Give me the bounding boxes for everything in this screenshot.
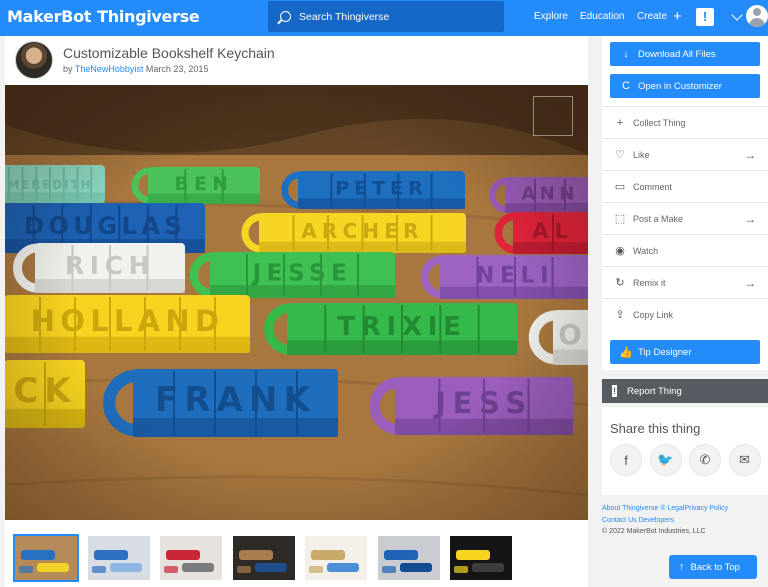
download-label: Download All Files	[638, 48, 716, 60]
sidebar-item-copy-link[interactable]: ⇪ Copy Link	[602, 298, 768, 330]
thumbnail-keychain-collection[interactable]	[13, 534, 79, 582]
nav-education[interactable]: Education	[580, 11, 624, 22]
sidebar-item-collect-thing[interactable]: + Collect Thing	[602, 106, 768, 138]
alert-icon[interactable]: !	[696, 8, 714, 26]
back-to-top-label: Back to Top	[690, 561, 740, 573]
footer-links: About Thingiverse ® LegalPrivacy Policy …	[602, 503, 768, 538]
thumbnail-keychain-with-tag[interactable]	[305, 536, 367, 580]
tip-label: Tip Designer	[638, 346, 692, 358]
main-photo[interactable]: MEREDITHBENPETERANNDOUGLASARCHERALRICHJE…	[5, 85, 588, 520]
author-avatar[interactable]	[15, 41, 53, 79]
thing-main-card: Customizable Bookshelf Keychain by TheNe…	[5, 36, 588, 587]
customizer-icon: C	[622, 80, 630, 92]
email-icon[interactable]: ✉	[728, 444, 761, 476]
thumbnail-red-keychain-with-keys[interactable]	[160, 536, 222, 580]
sidebar-item-label: Comment	[633, 181, 673, 192]
open-in-customizer-button[interactable]: C Open in Customizer	[610, 74, 760, 98]
sidebar-item-remix-it[interactable]: ↻ Remix it →	[602, 266, 768, 298]
thumbnail-blue-keychain-closeup[interactable]	[87, 536, 150, 580]
report-label: Report Thing	[627, 385, 682, 397]
sidebar-item-label: Post a Make	[633, 213, 684, 224]
user-avatar-icon[interactable]	[746, 5, 768, 27]
top-header: MakerBot Thingiverse Search Thingiverse E…	[0, 0, 768, 36]
legal-link[interactable]: Legal	[667, 505, 684, 512]
nav-create-label: Create	[637, 11, 668, 22]
thing-title: Customizable Bookshelf Keychain	[63, 45, 275, 61]
twitter-icon[interactable]: 🐦	[649, 444, 682, 476]
watch-icon: ◉	[615, 245, 625, 257]
share-title: Share this thing	[610, 421, 701, 436]
share-panel: Share this thing f 🐦 ✆ ✉	[602, 407, 768, 495]
report-thing-button[interactable]: ! Report Thing	[602, 379, 768, 403]
arrow-right-icon: →	[744, 211, 756, 226]
expand-icon[interactable]	[533, 96, 573, 136]
download-icon: ↓	[623, 48, 629, 60]
arrow-right-icon: →	[744, 275, 756, 290]
post-a-make-icon: ⬚	[614, 213, 626, 225]
plus-icon: +	[673, 7, 682, 25]
report-icon: !	[612, 385, 617, 397]
search-placeholder: Search Thingiverse	[299, 10, 390, 23]
copy-link-icon: ⇪	[615, 309, 625, 321]
author-link[interactable]: TheNewHobbyist	[75, 64, 144, 74]
sidebar-item-label: Watch	[633, 245, 659, 256]
thumbnail-strip	[5, 532, 588, 582]
sidebar-item-comment[interactable]: ▭ Comment	[602, 170, 768, 202]
thumbnail-books-on-shelf[interactable]	[232, 536, 295, 580]
search-input[interactable]: Search Thingiverse	[268, 1, 504, 32]
sidebar-item-label: Collect Thing	[633, 117, 686, 128]
nav-explore[interactable]: Explore	[534, 11, 568, 22]
thing-byline: by TheNewHobbyist March 23, 2015	[63, 64, 208, 74]
brand-makerbot: MakerBot	[7, 7, 92, 26]
brand-thingiverse: Thingiverse	[97, 7, 200, 26]
download-all-files-button[interactable]: ↓ Download All Files	[610, 42, 760, 66]
sidebar-item-label: Copy Link	[633, 309, 674, 320]
contact-link[interactable]: Contact Us	[602, 517, 637, 524]
comment-icon: ▭	[614, 181, 626, 193]
like-icon: ♡	[615, 149, 625, 161]
about-link[interactable]: About Thingiverse ®	[602, 505, 665, 512]
search-icon	[280, 11, 291, 22]
privacy-link[interactable]: Privacy Policy	[685, 505, 729, 512]
back-to-top-button[interactable]: ↑ Back to Top	[669, 555, 757, 579]
thumbs-up-icon: 👍	[619, 346, 633, 359]
nav-create[interactable]: Create +	[637, 7, 682, 25]
arrow-right-icon: →	[744, 147, 756, 162]
publish-date: March 23, 2015	[145, 64, 209, 74]
tip-designer-button[interactable]: 👍 Tip Designer	[610, 340, 760, 364]
developers-link[interactable]: Developers	[639, 517, 674, 524]
thumbnail-blue-keychain-render[interactable]	[377, 536, 440, 580]
whatsapp-icon[interactable]: ✆	[689, 444, 721, 476]
sidebar-item-label: Remix it	[633, 277, 666, 288]
collect-thing-icon: +	[616, 116, 624, 129]
thumbnail-customizer-screenshot[interactable]	[450, 536, 512, 580]
sidebar-item-label: Like	[633, 149, 650, 160]
thing-actions-sidebar: ↓ Download All Files C Open in Customize…	[602, 36, 768, 370]
sidebar-item-watch[interactable]: ◉ Watch	[602, 234, 768, 266]
copyright: © 2022 MakerBot Industries, LLC	[602, 528, 706, 535]
remix-it-icon: ↻	[615, 277, 625, 289]
arrow-up-icon: ↑	[679, 561, 685, 573]
chevron-down-icon[interactable]	[731, 9, 743, 21]
sidebar-item-post-a-make[interactable]: ⬚ Post a Make →	[602, 202, 768, 234]
sidebar-item-like[interactable]: ♡ Like →	[602, 138, 768, 170]
keychains-photo: MEREDITHBENPETERANNDOUGLASARCHERALRICHJE…	[5, 85, 588, 520]
facebook-icon[interactable]: f	[610, 444, 642, 476]
byline-by: by	[63, 64, 73, 74]
makerbot-thingiverse-logo[interactable]: MakerBot Thingiverse	[7, 7, 200, 26]
customizer-label: Open in Customizer	[638, 80, 722, 92]
